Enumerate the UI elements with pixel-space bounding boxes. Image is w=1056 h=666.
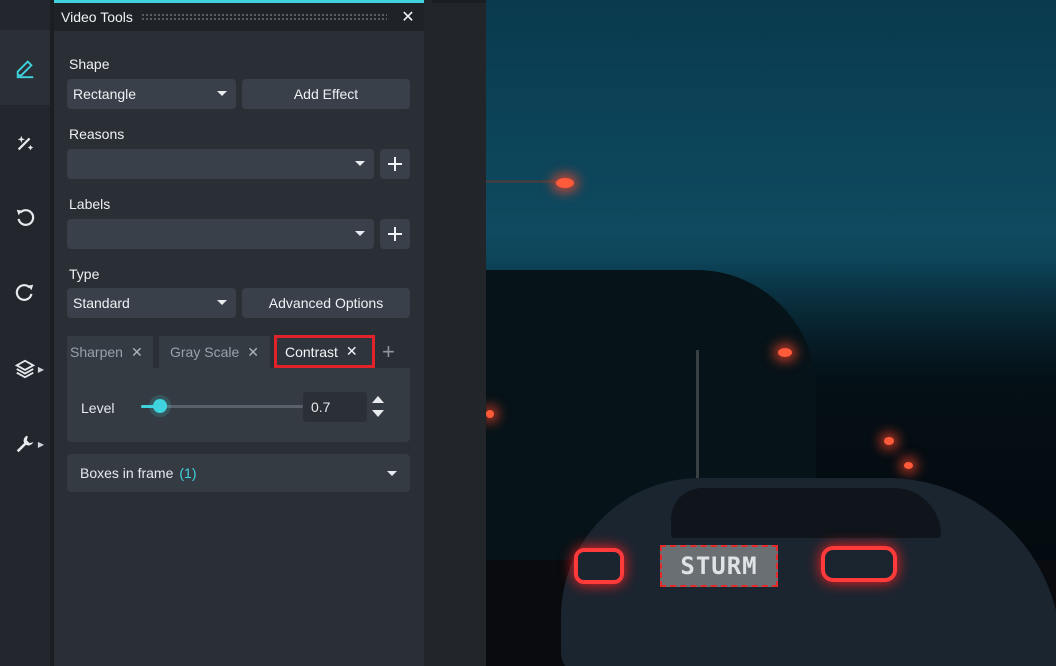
street-light-pole: [696, 350, 699, 490]
add-label-button[interactable]: [380, 219, 410, 249]
tab-sharpen[interactable]: Sharpen ✕: [67, 336, 153, 368]
redo-button[interactable]: [0, 268, 50, 318]
pencil-tool-button[interactable]: [0, 30, 50, 105]
panel-header[interactable]: Video Tools ✕: [54, 3, 424, 31]
chevron-down-icon: [387, 471, 397, 476]
type-dropdown[interactable]: Standard: [67, 288, 236, 318]
street-light: [556, 178, 574, 188]
street-light: [486, 410, 494, 418]
level-input[interactable]: 0.7: [303, 392, 367, 422]
panel-gutter: [424, 0, 486, 666]
chevron-down-icon: [355, 231, 365, 236]
add-tab-icon[interactable]: +: [382, 341, 395, 363]
left-tail-light: [574, 548, 624, 584]
wrench-caret-icon: ▶: [37, 439, 44, 449]
undo-button[interactable]: [0, 193, 50, 243]
street-light: [778, 348, 792, 357]
street-light-pole: [486, 180, 556, 183]
chevron-down-icon: [355, 161, 365, 166]
drag-grip[interactable]: [140, 13, 387, 21]
car-window: [671, 488, 941, 538]
type-selected-value: Standard: [73, 295, 130, 311]
layers-caret-icon: ▶: [37, 364, 44, 374]
pencil-icon: [16, 59, 34, 78]
right-tail-light: [821, 546, 897, 582]
plus-icon: [388, 157, 402, 171]
tab-label: Gray Scale: [170, 344, 240, 360]
close-icon[interactable]: ✕: [247, 344, 259, 361]
level-stepper[interactable]: [369, 393, 387, 423]
panel-title: Video Tools: [61, 9, 133, 25]
shape-label: Shape: [69, 56, 110, 72]
level-slider[interactable]: [141, 399, 303, 413]
gutter-line: [432, 0, 486, 3]
wrench-button[interactable]: ▶: [0, 419, 50, 469]
shape-dropdown[interactable]: Rectangle: [67, 79, 236, 109]
close-icon[interactable]: ✕: [397, 7, 419, 27]
boxes-in-frame-accordion[interactable]: Boxes in frame (1): [67, 454, 410, 492]
layers-button[interactable]: ▶: [0, 344, 50, 394]
tab-label: Sharpen: [70, 344, 123, 360]
contrast-settings: Level 0.7: [67, 368, 410, 442]
redo-icon: [15, 284, 34, 301]
magic-wand-icon: [17, 135, 34, 151]
street-light: [884, 437, 894, 445]
wrench-icon: [16, 435, 34, 453]
advanced-options-button[interactable]: Advanced Options: [242, 288, 410, 318]
labels-label: Labels: [69, 196, 111, 212]
close-icon[interactable]: ✕: [346, 343, 358, 360]
tab-gray-scale[interactable]: Gray Scale ✕: [159, 336, 270, 368]
close-icon[interactable]: ✕: [131, 344, 143, 361]
chevron-down-icon: [217, 300, 227, 305]
chevron-down-icon: [217, 91, 227, 96]
video-frame[interactable]: STURM: [486, 0, 1056, 666]
plus-icon: [388, 227, 402, 241]
layers-icon: [14, 359, 36, 379]
license-plate-bounding-box[interactable]: STURM: [660, 545, 778, 587]
add-effect-button[interactable]: Add Effect: [242, 79, 410, 109]
decrement-icon[interactable]: [372, 410, 384, 417]
tab-contrast[interactable]: Contrast ✕: [274, 335, 375, 368]
reasons-label: Reasons: [69, 126, 125, 142]
boxes-count: (1): [179, 465, 197, 481]
level-slider-handle[interactable]: [153, 399, 168, 413]
street-light: [904, 462, 913, 469]
undo-icon: [16, 209, 35, 226]
reasons-dropdown[interactable]: [67, 149, 374, 179]
tool-rail: ▶ ▶: [0, 0, 50, 666]
labels-dropdown[interactable]: [67, 219, 374, 249]
video-tools-panel: Video Tools ✕ Shape Rectangle Add Effect…: [54, 0, 424, 666]
type-label: Type: [69, 266, 100, 282]
shape-selected-value: Rectangle: [73, 86, 137, 102]
boxes-label: Boxes in frame: [80, 465, 174, 481]
magic-wand-button[interactable]: [0, 118, 50, 168]
add-reason-button[interactable]: [380, 149, 410, 179]
level-label: Level: [81, 400, 115, 416]
tab-label: Contrast: [285, 343, 338, 360]
increment-icon[interactable]: [372, 396, 384, 403]
